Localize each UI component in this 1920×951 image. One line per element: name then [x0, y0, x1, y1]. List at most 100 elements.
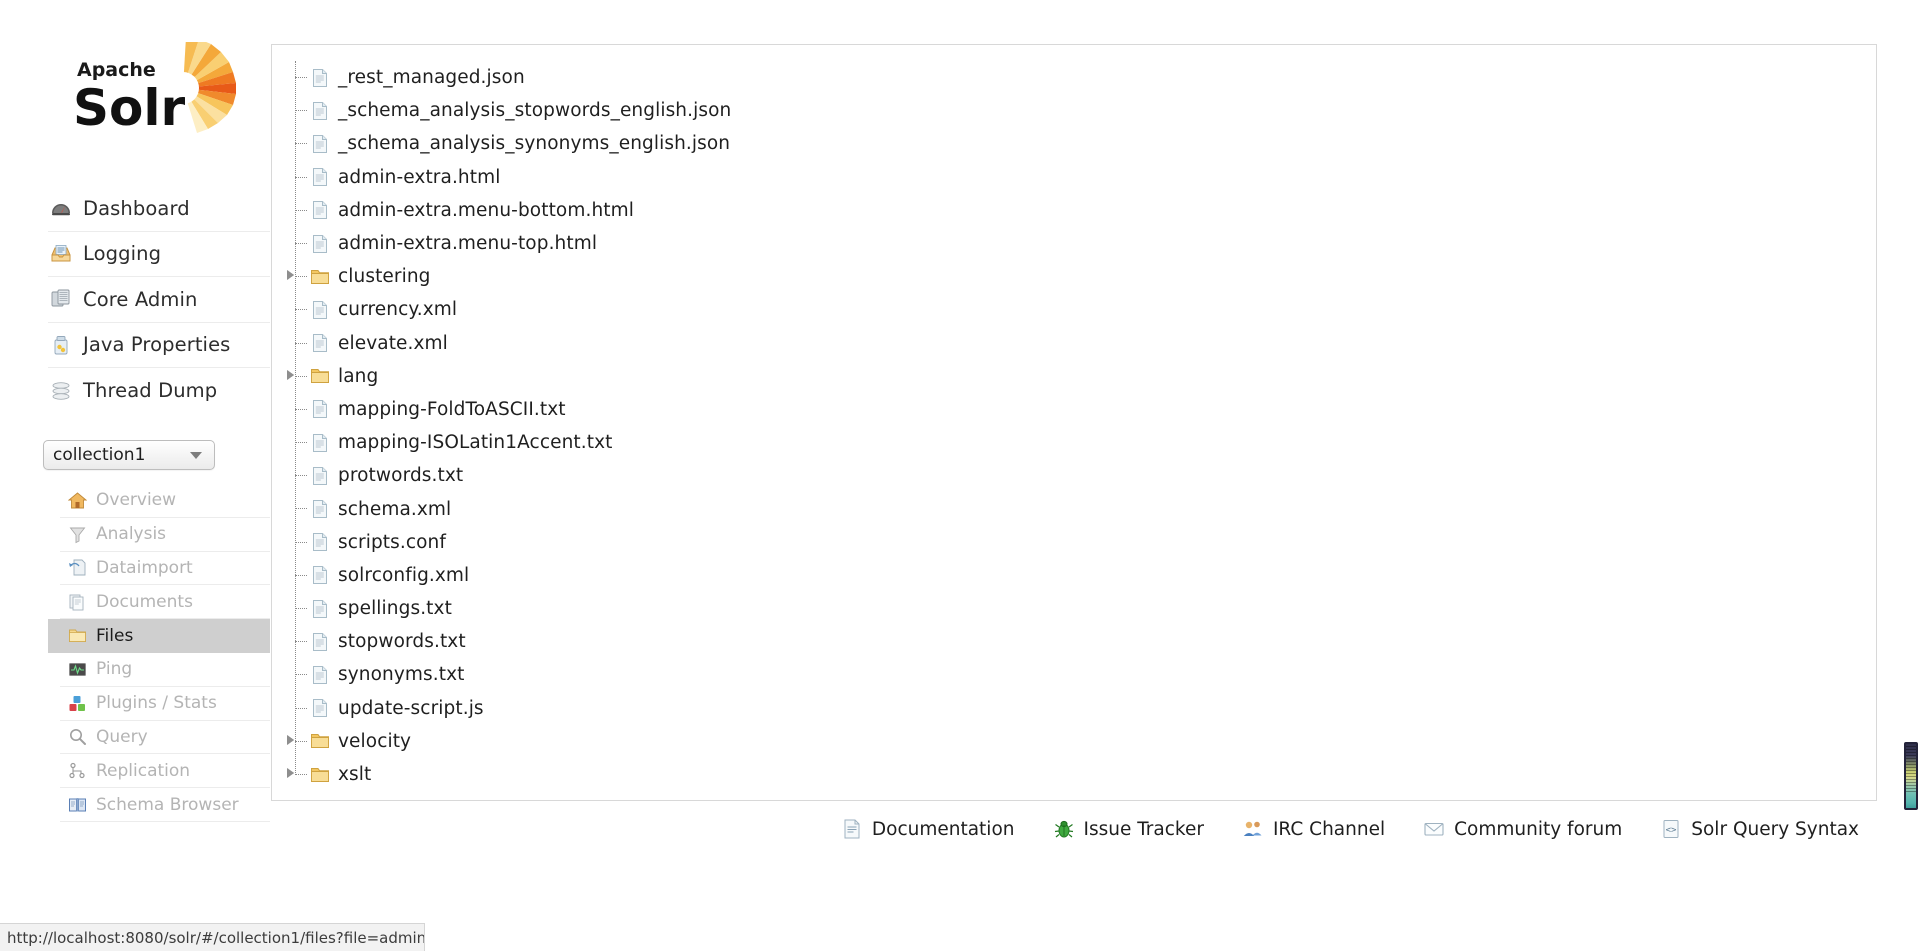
tree-item-label: protwords.txt: [338, 465, 464, 487]
tree-connector-line: [295, 773, 307, 775]
sidebar-item-documents[interactable]: Documents: [60, 585, 270, 620]
plugins-icon: [68, 694, 87, 713]
sidebar-item-dashboard[interactable]: Dashboard: [48, 186, 270, 232]
tree-connector-line: [295, 242, 307, 244]
footer-link-solr-query-syntax[interactable]: <> Solr Query Syntax: [1660, 818, 1859, 840]
file-icon: [310, 632, 330, 652]
tree-row[interactable]: mapping-FoldToASCII.txt: [286, 393, 1876, 426]
tree-row[interactable]: scripts.conf: [286, 526, 1876, 559]
sidebar-item-label: Documents: [96, 591, 193, 612]
sidebar-item-files[interactable]: Files: [48, 619, 270, 653]
expand-arrow-icon[interactable]: [287, 369, 294, 380]
status-bar: http://localhost:8080/solr/#/collection1…: [0, 923, 425, 951]
sidebar-item-plugins-stats[interactable]: Plugins / Stats: [60, 687, 270, 721]
tree-connector-line: [295, 408, 307, 410]
tree-item-label: admin-extra.menu-bottom.html: [338, 199, 634, 221]
file-icon: [310, 499, 330, 519]
expand-arrow-icon[interactable]: [287, 767, 294, 778]
footer-link-label: Community forum: [1454, 818, 1623, 840]
file-icon: [310, 565, 330, 585]
tree-row[interactable]: _schema_analysis_synonyms_english.json: [286, 127, 1876, 160]
sidebar-item-replication[interactable]: Replication: [60, 754, 270, 789]
sidebar-item-logging[interactable]: Logging: [48, 232, 270, 277]
file-icon: [310, 399, 330, 419]
sidebar-item-label: Files: [96, 625, 134, 646]
core-admin-icon: [50, 288, 72, 310]
sidebar-item-label: Ping: [96, 659, 133, 680]
sidebar-item-schema-browser[interactable]: Schema Browser: [60, 788, 270, 822]
sidebar-item-label: Analysis: [96, 524, 167, 545]
tree-row[interactable]: xslt: [286, 758, 1876, 791]
tree-connector-line: [295, 707, 307, 709]
tree-connector-line: [295, 508, 307, 510]
expand-arrow-icon[interactable]: [287, 734, 294, 745]
tree-item-label: xslt: [338, 764, 372, 786]
envelope-icon: [1423, 818, 1445, 840]
sidebar-item-label: Core Admin: [83, 287, 198, 311]
solr-logo[interactable]: Apache Solr: [55, 42, 240, 134]
tree-connector-line: [295, 77, 307, 78]
tree-row[interactable]: protwords.txt: [286, 459, 1876, 492]
tree-row[interactable]: clustering: [286, 260, 1876, 293]
sidebar-item-label: Replication: [96, 760, 191, 781]
tree-row[interactable]: lang: [286, 360, 1876, 393]
sidebar-item-overview[interactable]: Overview: [60, 484, 270, 518]
tree-connector-line: [295, 276, 307, 278]
sidebar-item-label: Logging: [83, 242, 162, 266]
sidebar-item-label: Thread Dump: [83, 379, 218, 403]
tree-row[interactable]: schema.xml: [286, 492, 1876, 525]
tree-row[interactable]: elevate.xml: [286, 327, 1876, 360]
code-icon: <>: [1660, 818, 1682, 840]
core-selector-dropdown[interactable]: collection1: [43, 440, 215, 470]
tree-item-label: admin-extra.html: [338, 166, 501, 188]
tree-row[interactable]: currency.xml: [286, 293, 1876, 326]
sidebar-item-dataimport[interactable]: Dataimport: [60, 552, 270, 586]
ping-icon: [68, 660, 87, 679]
tree-row[interactable]: velocity: [286, 725, 1876, 758]
sidebar-item-label: Overview: [96, 490, 177, 511]
svg-text:Apache: Apache: [77, 59, 156, 81]
file-icon: [310, 234, 330, 254]
tree-connector-line: [295, 143, 307, 145]
sidebar-item-core-admin[interactable]: Core Admin: [48, 277, 270, 323]
tree-connector-line: [295, 375, 307, 377]
sidebar-item-thread-dump[interactable]: Thread Dump: [48, 368, 270, 414]
sidebar-item-label: Schema Browser: [96, 794, 239, 815]
tree-row[interactable]: _schema_analysis_stopwords_english.json: [286, 94, 1876, 127]
dataimport-icon: [68, 558, 87, 577]
tree-row[interactable]: synonyms.txt: [286, 658, 1876, 691]
book-icon: [68, 795, 87, 814]
tree-item-label: synonyms.txt: [338, 664, 465, 686]
tree-row[interactable]: admin-extra.menu-bottom.html: [286, 194, 1876, 227]
logging-icon: [50, 243, 72, 265]
sidebar-item-analysis[interactable]: Analysis: [60, 518, 270, 552]
footer-link-label: Documentation: [871, 818, 1015, 840]
tree-connector-line: [295, 475, 307, 477]
file-tree: _rest_managed.json _schema_analysis_stopw…: [272, 45, 1876, 791]
file-icon: [310, 68, 330, 88]
tree-row[interactable]: stopwords.txt: [286, 625, 1876, 658]
sidebar-item-query[interactable]: Query: [60, 721, 270, 755]
tree-item-label: _schema_analysis_synonyms_english.json: [338, 133, 731, 155]
footer-link-documentation[interactable]: Documentation: [841, 818, 1015, 840]
sidebar-item-java-properties[interactable]: Java Properties: [48, 323, 270, 368]
tree-row[interactable]: solrconfig.xml: [286, 559, 1876, 592]
tree-row[interactable]: spellings.txt: [286, 592, 1876, 625]
footer-link-community-forum[interactable]: Community forum: [1423, 818, 1622, 840]
sidebar-item-ping[interactable]: Ping: [60, 653, 270, 687]
tree-row[interactable]: mapping-ISOLatin1Accent.txt: [286, 426, 1876, 459]
file-icon: [310, 200, 330, 220]
dashboard-icon: [50, 197, 72, 219]
tree-connector-line: [295, 541, 307, 543]
tree-connector-line: [295, 574, 307, 576]
tree-row[interactable]: update-script.js: [286, 692, 1876, 725]
footer-link-irc-channel[interactable]: IRC Channel: [1242, 818, 1385, 840]
tree-item-label: solrconfig.xml: [338, 564, 470, 586]
svg-text:<>: <>: [1666, 826, 1677, 836]
tree-row[interactable]: admin-extra.menu-top.html: [286, 227, 1876, 260]
file-icon: [310, 599, 330, 619]
expand-arrow-icon[interactable]: [287, 270, 294, 281]
tree-row[interactable]: admin-extra.html: [286, 161, 1876, 194]
footer-link-issue-tracker[interactable]: Issue Tracker: [1053, 818, 1204, 840]
tree-row[interactable]: _rest_managed.json: [286, 61, 1876, 94]
